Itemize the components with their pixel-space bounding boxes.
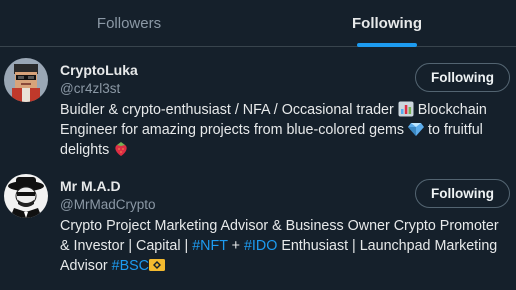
user-bio: Buidler & crypto-enthusiast / NFA / Occa… [60,100,510,160]
tab-following[interactable]: Following [258,0,516,47]
strawberry-emoji [113,141,129,157]
user-handle: @MrMadCrypto [60,197,156,212]
tab-followers-label: Followers [96,14,162,32]
following-button[interactable]: Following [415,63,510,92]
bnb-emoji [149,257,166,273]
profile-tabs: Followers Following [0,0,516,47]
bar-chart-emoji [398,101,414,117]
hashtag-link-nft[interactable]: #NFT [192,238,227,254]
gem-emoji [408,121,425,137]
user-cell[interactable]: CryptoLuka @cr4zl3st Following Buidler &… [0,48,516,164]
tab-followers[interactable]: Followers [0,0,258,46]
hashtag-link-ido[interactable]: #IDO [244,238,277,254]
user-name[interactable]: Mr M.A.D [60,178,121,194]
tab-following-label: Following [352,14,422,32]
avatar[interactable] [4,174,48,218]
user-cell[interactable]: Mr M.A.D @MrMadCrypto Following Crypto P… [0,164,516,290]
user-name[interactable]: CryptoLuka [60,62,138,78]
user-handle: @cr4zl3st [60,81,121,96]
bio-text: Buidler & crypto-enthusiast / NFA / Occa… [60,102,398,118]
avatar[interactable] [4,58,48,102]
bio-text: + [227,238,244,254]
user-bio: Crypto Project Marketing Advisor & Busin… [60,216,510,276]
tab-indicator [357,43,417,47]
hashtag-link-bsc[interactable]: #BSC [112,258,149,274]
following-button[interactable]: Following [415,179,510,208]
